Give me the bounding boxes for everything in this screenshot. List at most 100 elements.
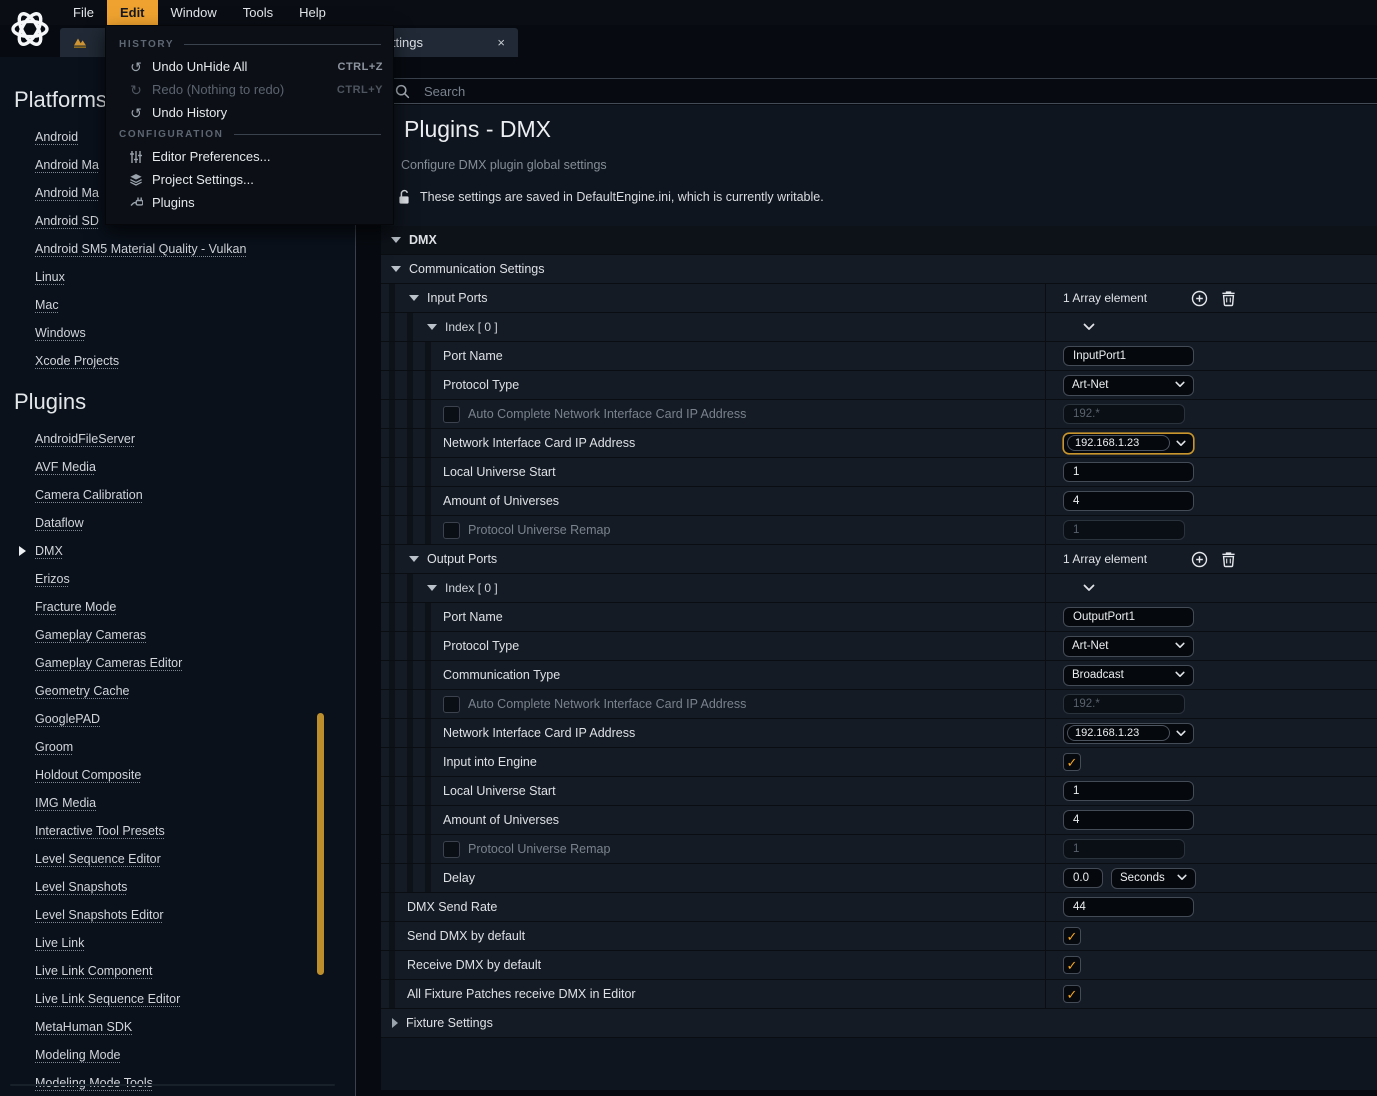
row-label: DMX Send Rate (407, 900, 497, 914)
checkbox-all-fixture-patches-receive-dmx-in-editor-checked[interactable]: ✓ (1063, 985, 1081, 1003)
row-label: Delay (443, 871, 475, 885)
menubar-item-edit[interactable]: Edit (107, 0, 158, 25)
ip-address-combo[interactable]: 192.168.1.23 (1063, 723, 1194, 744)
collapse-arrow-icon[interactable] (392, 1018, 398, 1028)
tab-close-icon[interactable]: × (497, 28, 505, 57)
sidebar-item-geometry-cache[interactable]: Geometry Cache (35, 677, 355, 705)
sidebar-scrollbar[interactable] (317, 713, 324, 975)
indent-rail (407, 661, 425, 689)
menubar-item-help[interactable]: Help (286, 0, 339, 25)
menu-section-title: CONFIGURATION (119, 129, 224, 140)
clear-array-icon[interactable] (1221, 290, 1236, 307)
clear-array-icon[interactable] (1221, 551, 1236, 568)
sidebar-item-fracture-mode[interactable]: Fracture Mode (35, 593, 355, 621)
settings-row-output-ports: Output Ports1 Array element (381, 545, 1377, 574)
dropdown-protocol-type[interactable]: Art-Net (1063, 636, 1194, 657)
sidebar-item-level-sequence-editor[interactable]: Level Sequence Editor (35, 845, 355, 873)
sidebar-item-level-snapshots-editor[interactable]: Level Snapshots Editor (35, 901, 355, 929)
sidebar-item-modeling-mode[interactable]: Modeling Mode (35, 1041, 355, 1069)
edit-menu-popup: HISTORY↺Undo UnHide AllCTRL+Z↻Redo (Noth… (105, 25, 394, 225)
option-checkbox-unchecked[interactable] (443, 696, 460, 713)
sidebar-item-level-snapshots[interactable]: Level Snapshots (35, 873, 355, 901)
sidebar-item-modeling-mode-tools[interactable]: Modeling Mode Tools (35, 1069, 355, 1096)
expand-arrow-icon[interactable] (409, 295, 419, 301)
undo-icon: ↺ (126, 60, 146, 74)
expand-arrow-icon[interactable] (391, 237, 401, 243)
config-file-notice: These settings are saved in DefaultEngin… (398, 189, 824, 205)
sidebar-item-gameplay-cameras[interactable]: Gameplay Cameras (35, 621, 355, 649)
sidebar-item-dmx[interactable]: DMX (35, 537, 355, 565)
menu-item-project-settings[interactable]: Project Settings... (106, 168, 393, 191)
menubar-item-tools[interactable]: Tools (230, 0, 286, 25)
dropdown-communication-type[interactable]: Broadcast (1063, 665, 1194, 686)
sidebar-item-dataflow[interactable]: Dataflow (35, 509, 355, 537)
ip-address-combo[interactable]: 192.168.1.23 (1063, 433, 1194, 454)
indent-rail (389, 342, 407, 370)
collapse-chevron-icon[interactable] (1083, 584, 1095, 592)
sidebar-item-androidfileserver[interactable]: AndroidFileServer (35, 425, 355, 453)
menu-item-shortcut: CTRL+Y (337, 84, 383, 96)
dropdown-delay-unit[interactable]: Seconds (1111, 868, 1196, 889)
option-checkbox-unchecked[interactable] (443, 522, 460, 539)
sidebar-item-metahuman-sdk[interactable]: MetaHuman SDK (35, 1013, 355, 1041)
sidebar-item-mac[interactable]: Mac (35, 291, 355, 319)
expand-arrow-icon[interactable] (427, 585, 437, 591)
menu-item-plugins[interactable]: Plugins (106, 191, 393, 214)
field-amount-of-universes[interactable]: 4 (1063, 810, 1194, 830)
menubar-item-file[interactable]: File (60, 0, 107, 25)
settings-row-delay: Delay 0.0 Seconds (381, 864, 1377, 893)
settings-row-protocol-type: Protocol TypeArt-Net (381, 371, 1377, 400)
row-value-cell: 1 Array element (1045, 284, 1377, 312)
sidebar-item-img-media[interactable]: IMG Media (35, 789, 355, 817)
field-port-name[interactable]: InputPort1 (1063, 346, 1194, 366)
sidebar-item-avf-media[interactable]: AVF Media (35, 453, 355, 481)
sidebar-item-groom[interactable]: Groom (35, 733, 355, 761)
sidebar-item-camera-calibration[interactable]: Camera Calibration (35, 481, 355, 509)
sidebar-item-windows[interactable]: Windows (35, 319, 355, 347)
settings-row-auto-complete-network-interface-card-ip-address: Auto Complete Network Interface Card IP … (381, 400, 1377, 429)
field-local-universe-start[interactable]: 1 (1063, 781, 1194, 801)
expand-arrow-icon[interactable] (409, 556, 419, 562)
sidebar-item-erizos[interactable]: Erizos (35, 565, 355, 593)
sidebar-item-interactive-tool-presets[interactable]: Interactive Tool Presets (35, 817, 355, 845)
menu-item-editor-preferences[interactable]: Editor Preferences... (106, 145, 393, 168)
add-array-element-icon[interactable] (1191, 551, 1208, 568)
checkbox-send-dmx-by-default-checked[interactable]: ✓ (1063, 927, 1081, 945)
chevron-down-icon (1175, 640, 1185, 652)
checkbox-receive-dmx-by-default-checked[interactable]: ✓ (1063, 956, 1081, 974)
settings-row-local-universe-start: Local Universe Start1 (381, 458, 1377, 487)
search-input[interactable] (422, 83, 1377, 100)
indent-rail (407, 371, 425, 399)
sidebar-item-live-link-component[interactable]: Live Link Component (35, 957, 355, 985)
sidebar-item-xcode-projects[interactable]: Xcode Projects (35, 347, 355, 375)
indent-rail (425, 603, 443, 631)
sidebar-item-label: Gameplay Cameras (35, 628, 146, 642)
field-port-name[interactable]: OutputPort1 (1063, 607, 1194, 627)
field-delay[interactable]: 0.0 (1063, 868, 1103, 888)
sidebar-item-holdout-composite[interactable]: Holdout Composite (35, 761, 355, 789)
field-local-universe-start[interactable]: 1 (1063, 462, 1194, 482)
option-checkbox-unchecked[interactable] (443, 406, 460, 423)
menubar-item-window[interactable]: Window (158, 0, 230, 25)
field-amount-of-universes[interactable]: 4 (1063, 491, 1194, 511)
menu-item-undo-unhide-all[interactable]: ↺Undo UnHide AllCTRL+Z (106, 55, 393, 78)
menu-item-undo-history[interactable]: ↺Undo History (106, 101, 393, 124)
dropdown-protocol-type[interactable]: Art-Net (1063, 375, 1194, 396)
expand-arrow-icon[interactable] (391, 266, 401, 272)
sidebar-item-live-link[interactable]: Live Link (35, 929, 355, 957)
sidebar-item-gameplay-cameras-editor[interactable]: Gameplay Cameras Editor (35, 649, 355, 677)
add-array-element-icon[interactable] (1191, 290, 1208, 307)
indent-rail (407, 748, 425, 776)
sidebar-item-live-link-sequence-editor[interactable]: Live Link Sequence Editor (35, 985, 355, 1013)
indent-rail (389, 429, 407, 457)
row-label: Network Interface Card IP Address (443, 436, 635, 450)
settings-row-local-universe-start: Local Universe Start1 (381, 777, 1377, 806)
sidebar-item-googlepad[interactable]: GooglePAD (35, 705, 355, 733)
sidebar-item-android-sm5-material-quality-vulkan[interactable]: Android SM5 Material Quality - Vulkan (35, 235, 355, 263)
expand-arrow-icon[interactable] (427, 324, 437, 330)
collapse-chevron-icon[interactable] (1083, 323, 1095, 331)
option-checkbox-unchecked[interactable] (443, 841, 460, 858)
field-dmx-send-rate[interactable]: 44 (1063, 897, 1194, 917)
checkbox-input-into-engine-checked[interactable]: ✓ (1063, 753, 1081, 771)
sidebar-item-linux[interactable]: Linux (35, 263, 355, 291)
